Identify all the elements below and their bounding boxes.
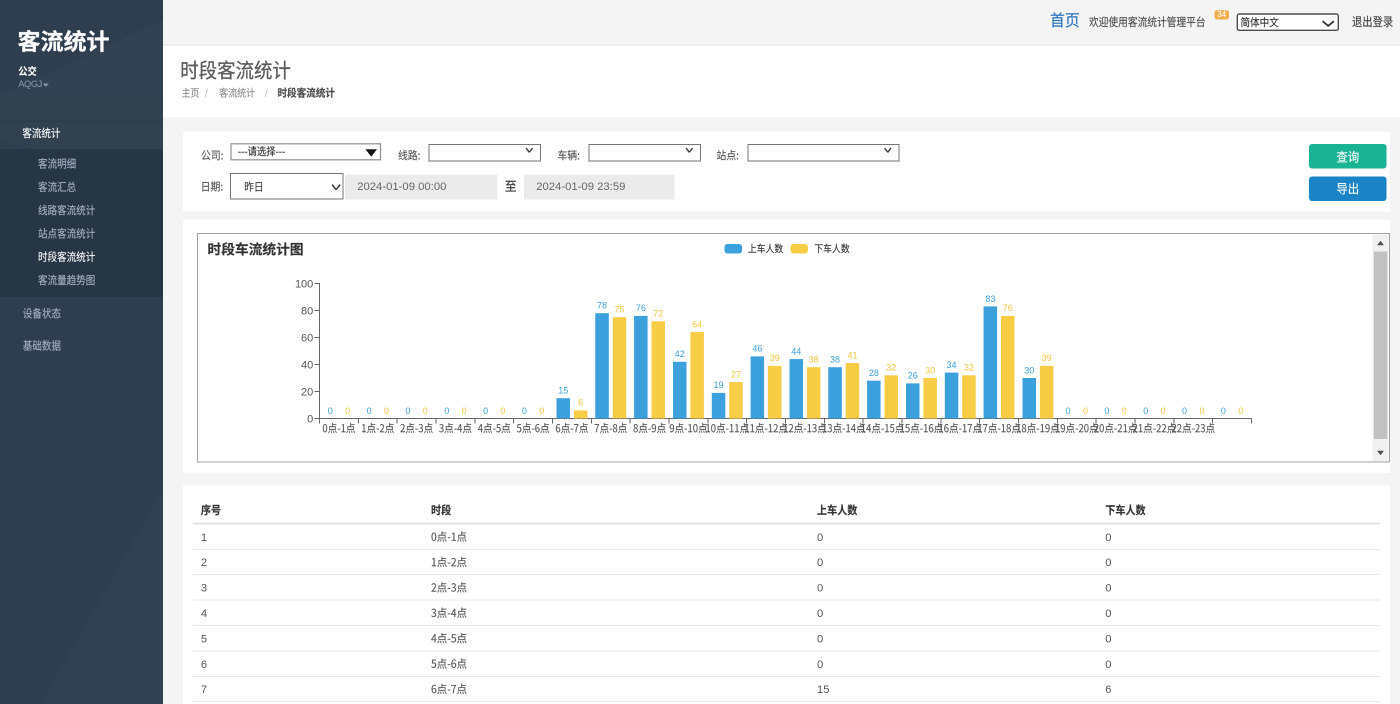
svg-text:0: 0 xyxy=(384,406,389,416)
svg-text:0: 0 xyxy=(423,406,428,416)
svg-text:30: 30 xyxy=(925,365,935,375)
svg-text:34: 34 xyxy=(946,360,956,370)
svg-text:0: 0 xyxy=(444,406,449,416)
svg-text:0: 0 xyxy=(817,659,823,671)
svg-text:0: 0 xyxy=(1122,406,1127,416)
svg-text:32: 32 xyxy=(964,363,974,373)
svg-text:3: 3 xyxy=(201,583,207,595)
svg-text:2024-01-09 23:59: 2024-01-09 23:59 xyxy=(536,181,625,193)
svg-text:19: 19 xyxy=(713,380,723,390)
svg-text:0: 0 xyxy=(307,413,313,425)
svg-text:64: 64 xyxy=(692,319,702,329)
svg-text:6: 6 xyxy=(578,398,583,408)
svg-text:0: 0 xyxy=(1161,406,1166,416)
svg-text:42: 42 xyxy=(675,349,685,359)
svg-text:0: 0 xyxy=(1221,406,1226,416)
svg-text:44: 44 xyxy=(791,346,801,356)
svg-text:38: 38 xyxy=(830,355,840,365)
svg-text:41: 41 xyxy=(847,350,857,360)
svg-text:28: 28 xyxy=(869,368,879,378)
svg-text:0: 0 xyxy=(1105,608,1111,620)
svg-text:76: 76 xyxy=(636,303,646,313)
svg-text:2: 2 xyxy=(201,557,207,569)
svg-text:72: 72 xyxy=(653,309,663,319)
svg-text:27: 27 xyxy=(731,369,741,379)
svg-text:100: 100 xyxy=(295,278,313,290)
svg-text:5: 5 xyxy=(201,633,207,645)
svg-text:15: 15 xyxy=(817,684,829,696)
svg-text:0: 0 xyxy=(462,406,467,416)
svg-text:76: 76 xyxy=(1003,303,1013,313)
svg-text:0: 0 xyxy=(1143,406,1148,416)
svg-text:39: 39 xyxy=(770,353,780,363)
svg-text:0: 0 xyxy=(817,583,823,595)
svg-text:20: 20 xyxy=(301,386,313,398)
svg-text:0: 0 xyxy=(328,406,333,416)
svg-text:38: 38 xyxy=(809,355,819,365)
svg-text:80: 80 xyxy=(301,305,313,317)
svg-text:0: 0 xyxy=(1105,659,1111,671)
svg-text:6: 6 xyxy=(201,659,207,671)
svg-text:7: 7 xyxy=(201,684,207,696)
svg-text:0: 0 xyxy=(1238,406,1243,416)
svg-text:78: 78 xyxy=(597,301,607,311)
svg-text:0: 0 xyxy=(345,406,350,416)
svg-text:0: 0 xyxy=(1105,583,1111,595)
svg-text:0: 0 xyxy=(405,406,410,416)
svg-text:0: 0 xyxy=(817,557,823,569)
svg-text:0: 0 xyxy=(1105,633,1111,645)
svg-text:1: 1 xyxy=(201,532,207,544)
svg-text:0: 0 xyxy=(817,633,823,645)
svg-text:0: 0 xyxy=(1065,406,1070,416)
svg-text:34: 34 xyxy=(1217,10,1226,19)
svg-text:0: 0 xyxy=(522,406,527,416)
svg-text:32: 32 xyxy=(886,363,896,373)
svg-text:83: 83 xyxy=(985,294,995,304)
svg-text:/: / xyxy=(205,88,208,100)
svg-text:30: 30 xyxy=(1024,365,1034,375)
svg-text:/: / xyxy=(265,88,268,100)
svg-text:0: 0 xyxy=(1105,532,1111,544)
svg-text:46: 46 xyxy=(752,344,762,354)
svg-text:39: 39 xyxy=(1042,353,1052,363)
svg-text:0: 0 xyxy=(817,608,823,620)
svg-text:0: 0 xyxy=(1083,406,1088,416)
svg-text:0: 0 xyxy=(367,406,372,416)
svg-text:15: 15 xyxy=(558,386,568,396)
svg-text:0: 0 xyxy=(1182,406,1187,416)
svg-text:AQGJ: AQGJ xyxy=(18,79,42,89)
svg-text:0: 0 xyxy=(1104,406,1109,416)
svg-text:26: 26 xyxy=(908,371,918,381)
svg-text:75: 75 xyxy=(614,305,624,315)
svg-text:0: 0 xyxy=(500,406,505,416)
svg-text:2024-01-09 00:00: 2024-01-09 00:00 xyxy=(357,181,446,193)
svg-text:0: 0 xyxy=(1199,406,1204,416)
svg-text:0: 0 xyxy=(1105,557,1111,569)
svg-text:4: 4 xyxy=(201,608,207,620)
svg-text:0: 0 xyxy=(817,532,823,544)
svg-text:60: 60 xyxy=(301,332,313,344)
svg-text:40: 40 xyxy=(301,359,313,371)
svg-text:0: 0 xyxy=(483,406,488,416)
svg-text:6: 6 xyxy=(1105,684,1111,696)
svg-text:0: 0 xyxy=(539,406,544,416)
